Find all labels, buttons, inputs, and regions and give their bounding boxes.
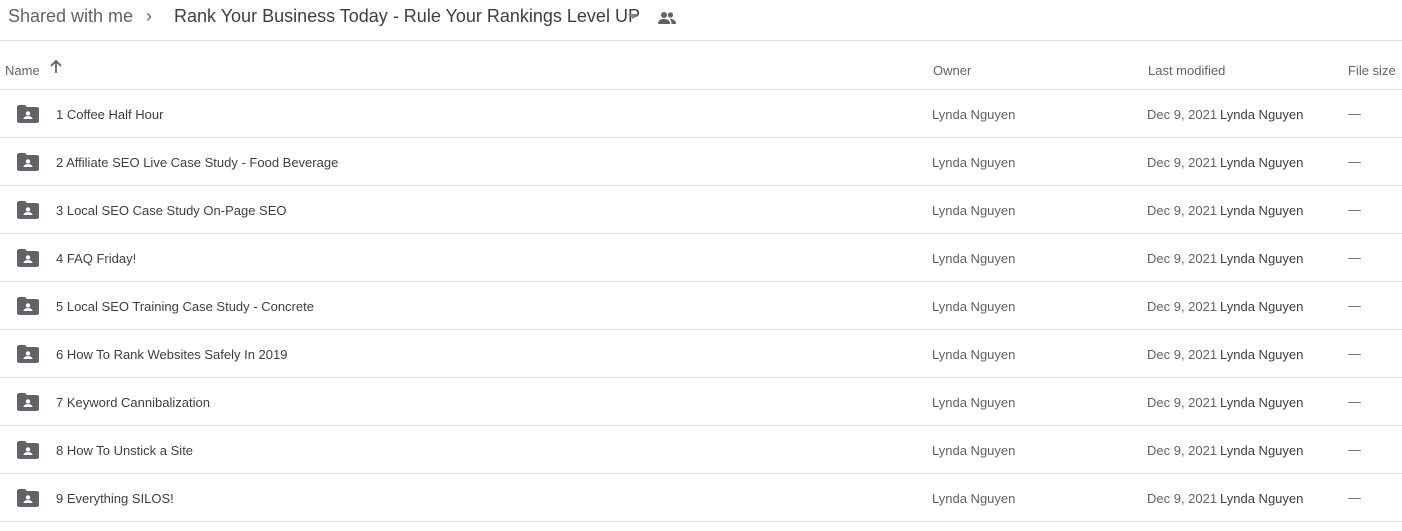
file-size: — <box>1348 346 1361 361</box>
modified-by: Lynda Nguyen <box>1220 299 1304 314</box>
table-row[interactable]: 8 How To Unstick a Site Lynda Nguyen Dec… <box>0 426 1402 474</box>
file-name[interactable]: 5 Local SEO Training Case Study - Concre… <box>56 299 314 314</box>
table-row[interactable]: 3 Local SEO Case Study On-Page SEO Lynda… <box>0 186 1402 234</box>
owner-name: Lynda Nguyen <box>932 155 1016 170</box>
modified-by: Lynda Nguyen <box>1220 443 1304 458</box>
modified-by: Lynda Nguyen <box>1220 155 1304 170</box>
owner-name: Lynda Nguyen <box>932 107 1016 122</box>
column-header-file-size[interactable]: File size <box>1348 63 1396 78</box>
file-name[interactable]: 1 Coffee Half Hour <box>56 107 163 122</box>
table-row[interactable]: 9 Everything SILOS! Lynda Nguyen Dec 9, … <box>0 474 1402 522</box>
owner-name: Lynda Nguyen <box>932 299 1016 314</box>
modified-date: Dec 9, 2021 <box>1147 299 1218 314</box>
shared-folder-icon <box>17 489 39 510</box>
modified-date: Dec 9, 2021 <box>1147 155 1218 170</box>
shared-folder-icon <box>17 201 39 222</box>
modified-by: Lynda Nguyen <box>1220 491 1304 506</box>
table-row[interactable]: 1 Coffee Half Hour Lynda Nguyen Dec 9, 2… <box>0 90 1402 138</box>
modified-by: Lynda Nguyen <box>1220 203 1304 218</box>
table-row[interactable]: 7 Keyword Cannibalization Lynda Nguyen D… <box>0 378 1402 426</box>
shared-folder-icon <box>17 249 39 270</box>
file-name[interactable]: 2 Affiliate SEO Live Case Study - Food B… <box>56 155 338 170</box>
modified-by: Lynda Nguyen <box>1220 395 1304 410</box>
column-header-name[interactable]: Name <box>5 63 40 78</box>
owner-name: Lynda Nguyen <box>932 395 1016 410</box>
shared-people-icon[interactable] <box>658 11 676 25</box>
table-row[interactable]: 4 FAQ Friday! Lynda Nguyen Dec 9, 2021 L… <box>0 234 1402 282</box>
sort-ascending-arrow-up-icon[interactable] <box>49 59 63 77</box>
modified-by: Lynda Nguyen <box>1220 251 1304 266</box>
file-size: — <box>1348 442 1361 457</box>
modified-date: Dec 9, 2021 <box>1147 347 1218 362</box>
modified-by: Lynda Nguyen <box>1220 107 1304 122</box>
file-size: — <box>1348 250 1361 265</box>
column-header-row: Name Owner Last modified File size <box>0 41 1402 90</box>
column-header-owner[interactable]: Owner <box>933 63 971 78</box>
table-row[interactable]: 6 How To Rank Websites Safely In 2019 Ly… <box>0 330 1402 378</box>
breadcrumb: Shared with me › Rank Your Business Toda… <box>0 0 1402 41</box>
file-size: — <box>1348 490 1361 505</box>
owner-name: Lynda Nguyen <box>932 443 1016 458</box>
shared-folder-icon <box>17 393 39 414</box>
shared-folder-icon <box>17 105 39 126</box>
column-header-last-modified[interactable]: Last modified <box>1148 63 1225 78</box>
file-size: — <box>1348 202 1361 217</box>
owner-name: Lynda Nguyen <box>932 491 1016 506</box>
file-name[interactable]: 4 FAQ Friday! <box>56 251 136 266</box>
shared-folder-icon <box>17 153 39 174</box>
owner-name: Lynda Nguyen <box>932 203 1016 218</box>
file-size: — <box>1348 154 1361 169</box>
shared-folder-icon <box>17 297 39 318</box>
file-name[interactable]: 8 How To Unstick a Site <box>56 443 193 458</box>
owner-name: Lynda Nguyen <box>932 347 1016 362</box>
file-size: — <box>1348 394 1361 409</box>
file-size: — <box>1348 106 1361 121</box>
table-row[interactable]: 5 Local SEO Training Case Study - Concre… <box>0 282 1402 330</box>
owner-name: Lynda Nguyen <box>932 251 1016 266</box>
file-name[interactable]: 6 How To Rank Websites Safely In 2019 <box>56 347 287 362</box>
modified-date: Dec 9, 2021 <box>1147 491 1218 506</box>
file-size: — <box>1348 298 1361 313</box>
modified-date: Dec 9, 2021 <box>1147 251 1218 266</box>
modified-by: Lynda Nguyen <box>1220 347 1304 362</box>
modified-date: Dec 9, 2021 <box>1147 203 1218 218</box>
table-row[interactable]: 2 Affiliate SEO Live Case Study - Food B… <box>0 138 1402 186</box>
file-name[interactable]: 9 Everything SILOS! <box>56 491 174 506</box>
breadcrumb-separator: › <box>146 6 152 26</box>
folder-menu-caret-icon[interactable] <box>628 14 638 19</box>
modified-date: Dec 9, 2021 <box>1147 395 1218 410</box>
breadcrumb-current-folder[interactable]: Rank Your Business Today - Rule Your Ran… <box>174 6 640 27</box>
file-name[interactable]: 3 Local SEO Case Study On-Page SEO <box>56 203 287 218</box>
file-name[interactable]: 7 Keyword Cannibalization <box>56 395 210 410</box>
modified-date: Dec 9, 2021 <box>1147 443 1218 458</box>
shared-folder-icon <box>17 441 39 462</box>
shared-folder-icon <box>17 345 39 366</box>
modified-date: Dec 9, 2021 <box>1147 107 1218 122</box>
breadcrumb-shared-with-me[interactable]: Shared with me <box>8 6 133 27</box>
